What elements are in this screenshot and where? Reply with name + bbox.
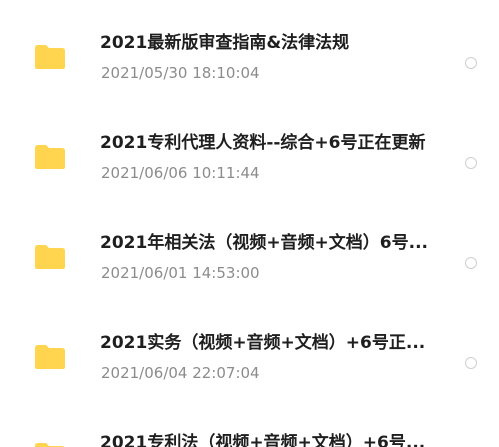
file-name: 2021年相关法（视频+音频+文档）6号... (100, 233, 429, 253)
file-row[interactable]: 2021专利法（视频+音频+文档）+6号... (0, 400, 499, 447)
radio-unchecked-icon[interactable] (465, 157, 477, 169)
file-name: 2021最新版审查指南&法律法规 (100, 33, 350, 53)
folder-icon (34, 144, 66, 170)
folder-icon (34, 344, 66, 370)
file-row[interactable]: 2021年相关法（视频+音频+文档）6号... 2021/06/01 14:53… (0, 200, 499, 300)
file-date: 2021/06/04 22:07:04 (101, 364, 260, 382)
file-date: 2021/05/30 18:10:04 (101, 64, 260, 82)
file-list: 2021最新版审查指南&法律法规 2021/05/30 18:10:04 202… (0, 0, 499, 447)
file-name: 2021专利法（视频+音频+文档）+6号... (100, 433, 426, 447)
file-row[interactable]: 2021最新版审查指南&法律法规 2021/05/30 18:10:04 (0, 0, 499, 100)
radio-unchecked-icon[interactable] (465, 57, 477, 69)
file-date: 2021/06/01 14:53:00 (101, 264, 260, 282)
folder-icon (34, 442, 66, 447)
file-name: 2021专利代理人资料--综合+6号正在更新 (100, 133, 426, 153)
file-row[interactable]: 2021实务（视频+音频+文档）+6号正... 2021/06/04 22:07… (0, 300, 499, 400)
file-date: 2021/06/06 10:11:44 (101, 164, 260, 182)
folder-icon (34, 244, 66, 270)
folder-icon (34, 44, 66, 70)
file-name: 2021实务（视频+音频+文档）+6号正... (100, 333, 426, 353)
radio-unchecked-icon[interactable] (465, 357, 477, 369)
file-row[interactable]: 2021专利代理人资料--综合+6号正在更新 2021/06/06 10:11:… (0, 100, 499, 200)
radio-unchecked-icon[interactable] (465, 257, 477, 269)
